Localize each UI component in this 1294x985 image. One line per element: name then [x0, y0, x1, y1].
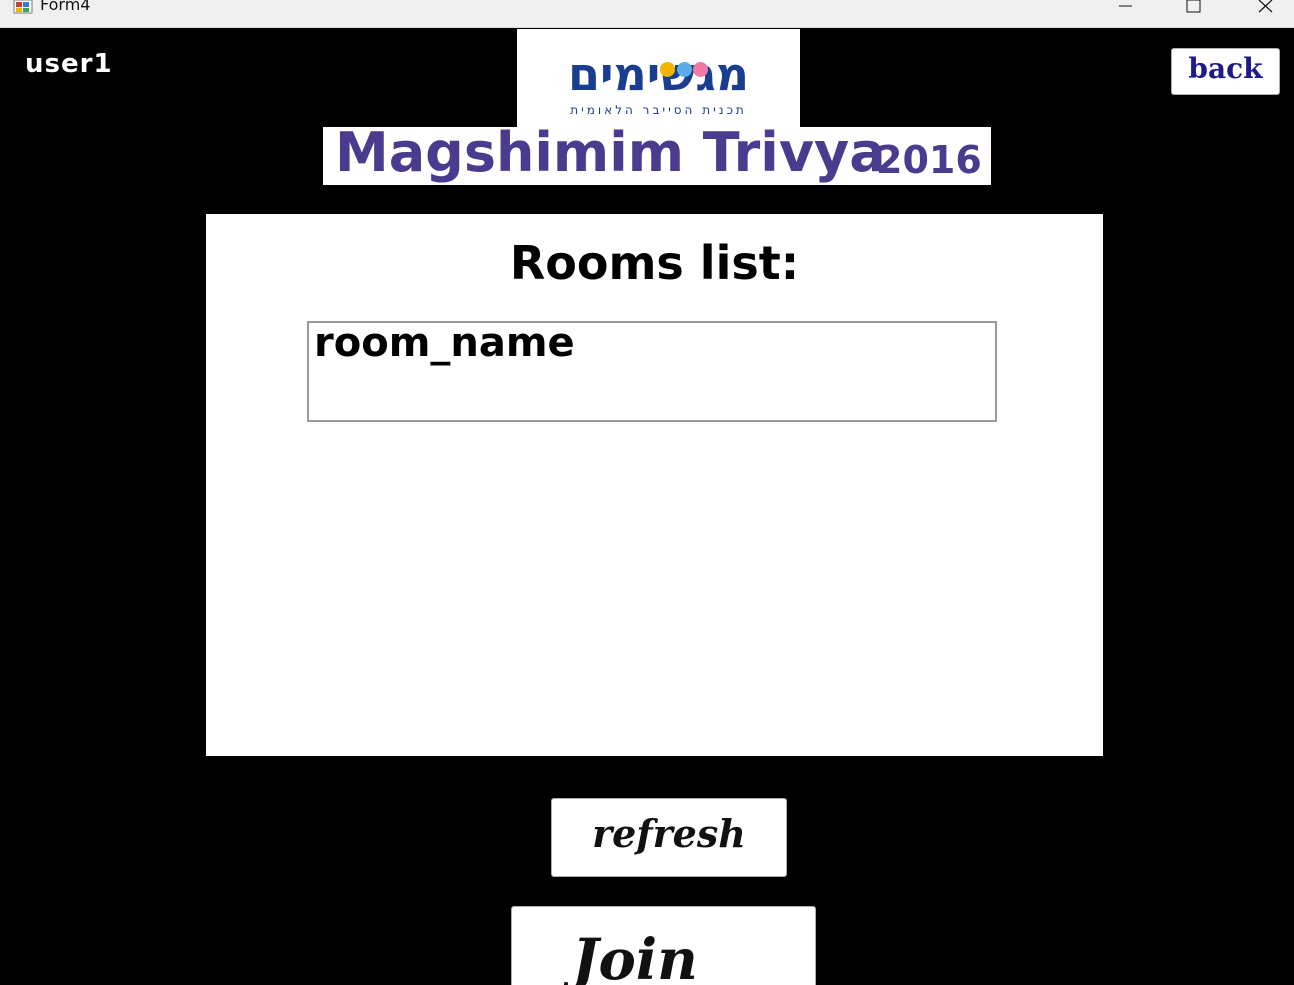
logo-hebrew-text: מגשימים [567, 47, 750, 101]
refresh-button[interactable]: refresh [551, 798, 787, 877]
title-banner: Magshimim Trivya 2016 [323, 127, 991, 185]
banner-title: Magshimim Trivya [335, 127, 886, 184]
minimize-icon [1119, 5, 1132, 7]
app-icon [13, 0, 33, 14]
list-item[interactable]: room_name [314, 320, 575, 366]
logo-subtitle: תכנית הסייבר הלאומית [570, 103, 747, 117]
maximize-button[interactable] [1171, 0, 1217, 20]
banner-year: 2016 [876, 138, 982, 182]
logo-dot-yellow [660, 62, 675, 77]
logo-dot-blue [677, 62, 692, 77]
join-label: Join [572, 927, 698, 985]
magshimim-logo: מגשימים תכנית הסייבר הלאומית [517, 29, 800, 129]
window-titlebar: Form4 [0, 0, 1294, 28]
username-label: user1 [25, 49, 113, 79]
rooms-listbox[interactable]: room_name [307, 320, 997, 422]
maximize-icon [1186, 0, 1201, 13]
rooms-panel: Rooms list: room_name [206, 214, 1103, 756]
back-button[interactable]: back [1171, 48, 1280, 95]
form-client-area: user1 מגשימים תכנית הסייבר הלאומית Magsh… [0, 28, 1294, 985]
close-icon [1258, 0, 1273, 13]
join-button[interactable]: Join [511, 906, 816, 985]
close-button[interactable] [1243, 0, 1289, 20]
minimize-button[interactable] [1102, 0, 1148, 20]
rooms-list-title: Rooms list: [509, 236, 800, 290]
window-title: Form4 [40, 0, 91, 14]
logo-dot-pink [693, 62, 708, 77]
